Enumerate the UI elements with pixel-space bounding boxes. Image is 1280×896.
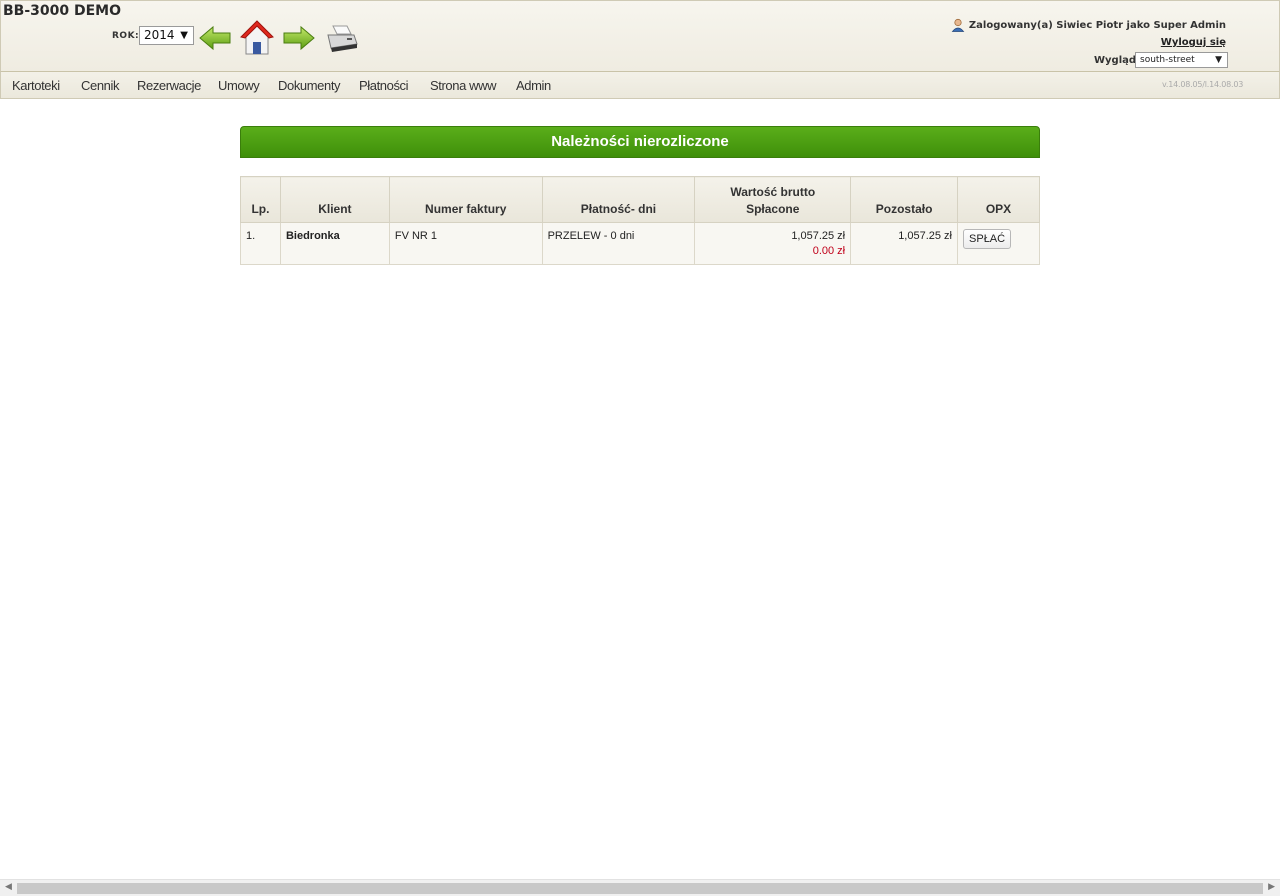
cell-remaining: 1,057.25 zł xyxy=(850,222,959,265)
cell-invoice: FV NR 1 xyxy=(388,222,543,265)
app-header: BB-3000 DEMO ROK: 2014 ▼ Zalogowany(a) S… xyxy=(0,0,1280,72)
horizontal-scrollbar[interactable]: ◀ ▶ xyxy=(0,879,1280,896)
gross-value: 1,057.25 zł xyxy=(791,230,846,242)
theme-select[interactable]: south-street ▼ xyxy=(1135,52,1228,68)
scroll-right-icon[interactable]: ▶ xyxy=(1268,882,1275,892)
logged-user: Zalogowany(a) Siwiec Piotr jako Super Ad… xyxy=(951,18,1226,32)
arrow-right-icon[interactable] xyxy=(282,25,316,51)
nav-item-admin[interactable]: Admin xyxy=(516,78,551,93)
table-row: 1. Biedronka FV NR 1 PRZELEW - 0 dni 1,0… xyxy=(240,222,1040,265)
cell-client: Biedronka xyxy=(279,222,390,265)
user-icon xyxy=(951,18,965,32)
app-version: v.14.08.05/l.14.08.03 xyxy=(1162,80,1244,89)
main-nav: Kartoteki Cennik Rezerwacje Umowy Dokume… xyxy=(0,72,1280,99)
scrollbar-thumb[interactable] xyxy=(17,883,1263,894)
cell-payment: PRZELEW - 0 dni xyxy=(541,222,696,265)
page-title: Należności nierozliczone xyxy=(240,126,1040,158)
chevron-down-icon: ▼ xyxy=(1215,55,1222,65)
year-label: ROK: xyxy=(112,31,140,41)
receivables-table: Lp. Klient Numer faktury Płatność- dni W… xyxy=(240,176,1040,265)
cell-lp: 1. xyxy=(240,222,281,265)
app-title: BB-3000 DEMO xyxy=(3,3,122,19)
col-gross[interactable]: Wartość brutto Spłacone xyxy=(694,176,852,223)
col-gross-label: Wartość brutto xyxy=(730,185,816,199)
nav-item-platnosci[interactable]: Płatności xyxy=(359,78,409,93)
nav-item-cennik[interactable]: Cennik xyxy=(81,78,119,93)
theme-label: Wygląd: xyxy=(1094,55,1141,66)
printer-icon[interactable] xyxy=(325,22,359,54)
logout-link[interactable]: Wyloguj się xyxy=(1161,37,1226,48)
nav-item-kartoteki[interactable]: Kartoteki xyxy=(12,78,60,93)
nav-item-rezerwacje[interactable]: Rezerwacje xyxy=(137,78,201,93)
nav-item-umowy[interactable]: Umowy xyxy=(218,78,260,93)
col-payment[interactable]: Płatność- dni xyxy=(541,176,696,223)
col-paid-label: Spłacone xyxy=(746,202,800,216)
nav-item-strona-www[interactable]: Strona www xyxy=(430,78,496,93)
cell-opx: SPŁAĆ xyxy=(957,222,1040,265)
arrow-left-icon[interactable] xyxy=(198,25,232,51)
year-select[interactable]: 2014 ▼ xyxy=(139,26,194,45)
col-lp[interactable]: Lp. xyxy=(240,176,281,223)
theme-value: south-street xyxy=(1140,55,1195,65)
table-header-row: Lp. Klient Numer faktury Płatność- dni W… xyxy=(240,176,1040,223)
nav-item-dokumenty[interactable]: Dokumenty xyxy=(278,78,341,93)
chevron-down-icon: ▼ xyxy=(180,30,188,41)
paid-value: 0.00 zł xyxy=(812,245,846,257)
year-value: 2014 xyxy=(144,28,175,42)
home-icon[interactable] xyxy=(240,20,274,56)
col-client[interactable]: Klient xyxy=(279,176,390,223)
col-invoice[interactable]: Numer faktury xyxy=(388,176,543,223)
pay-button[interactable]: SPŁAĆ xyxy=(963,229,1012,249)
col-opx[interactable]: OPX xyxy=(957,176,1040,223)
scroll-left-icon[interactable]: ◀ xyxy=(5,882,12,892)
col-remaining[interactable]: Pozostało xyxy=(850,176,959,223)
logged-user-text: Zalogowany(a) Siwiec Piotr jako Super Ad… xyxy=(968,19,1226,31)
cell-gross: 1,057.25 zł 0.00 zł xyxy=(694,222,852,265)
